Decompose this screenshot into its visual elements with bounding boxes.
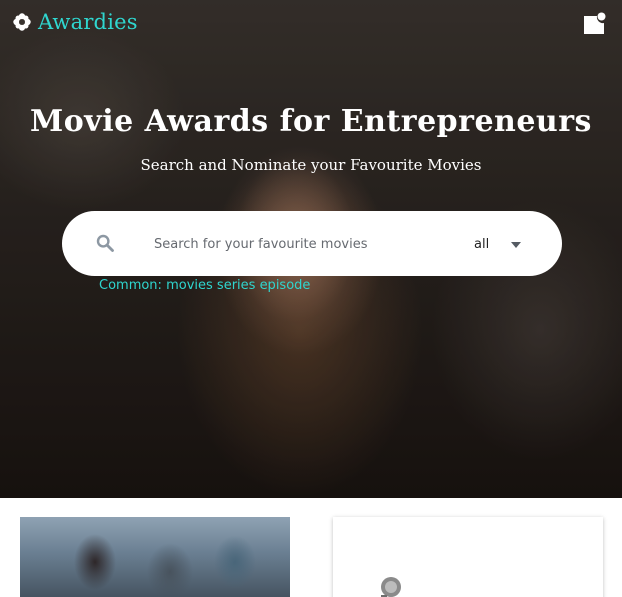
category-select[interactable]: all [474, 231, 534, 257]
search-icon[interactable] [96, 234, 114, 252]
notification-button[interactable] [582, 12, 606, 36]
category-selected-value: all [474, 236, 490, 252]
common-term-episode[interactable]: episode [260, 278, 311, 293]
common-label: Common: [99, 278, 162, 293]
search-input[interactable] [154, 231, 454, 257]
common-term-series[interactable]: series [217, 278, 256, 293]
common-term-movies[interactable]: movies [166, 278, 213, 293]
brand[interactable]: Awardies [12, 10, 138, 34]
notification-bell-icon [584, 12, 606, 34]
image-placeholder-icon [381, 577, 401, 597]
page-subtitle: Search and Nominate your Favourite Movie… [140, 156, 482, 174]
flower-logo-icon [13, 13, 31, 31]
common-searches: Common: movies series episode [99, 278, 310, 293]
movie-card-placeholder[interactable] [333, 517, 603, 597]
chevron-down-icon [511, 242, 522, 248]
search-bar: all [62, 211, 562, 276]
page-title: Movie Awards for Entrepreneurs [30, 104, 592, 139]
movie-card-poster[interactable] [20, 517, 290, 597]
brand-name: Awardies [38, 10, 138, 34]
